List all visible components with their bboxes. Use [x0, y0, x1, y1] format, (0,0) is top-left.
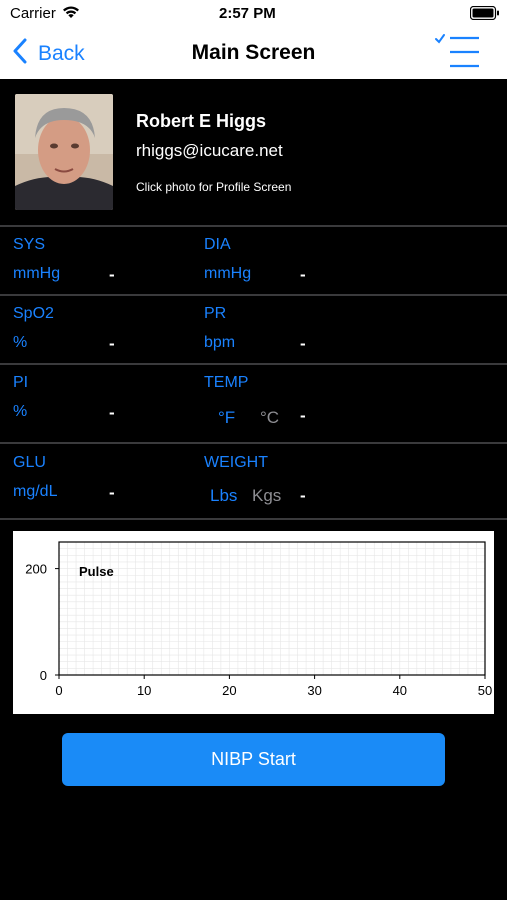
profile-email: rhiggs@icucare.net	[136, 141, 283, 160]
temp-unit-c-toggle[interactable]: °C	[260, 408, 279, 428]
temp-label: TEMP	[204, 374, 249, 391]
weight-unit-lbs-toggle[interactable]: Lbs	[210, 486, 237, 506]
checklist-menu-icon[interactable]	[434, 32, 480, 75]
divider	[0, 363, 507, 365]
x-tick-label: 20	[222, 683, 236, 698]
profile-name: Robert E Higgs	[136, 111, 267, 131]
x-tick-label: 30	[307, 683, 321, 698]
divider	[0, 518, 507, 520]
pr-value: -	[300, 334, 306, 353]
spo2-label: SpO2	[13, 305, 54, 322]
x-tick-label: 40	[393, 683, 407, 698]
carrier-label: Carrier	[10, 5, 56, 22]
spo2-unit: %	[13, 334, 28, 351]
dia-value: -	[300, 265, 306, 284]
pulse-chart-svg: 0 10 20 30 40 50 0 200 Pulse	[25, 541, 492, 698]
weight-unit-kgs-toggle[interactable]: Kgs	[252, 486, 281, 506]
top-bar: Carrier 2:57 PM Back Main Screen	[0, 0, 507, 79]
legend-label: Pulse	[79, 564, 114, 579]
temp-value: -	[300, 406, 306, 425]
page-title: Main Screen	[191, 41, 316, 64]
status-time: 2:57 PM	[219, 5, 276, 22]
pi-label: PI	[13, 374, 29, 391]
pulse-chart: 0 10 20 30 40 50 0 200 Pulse	[13, 531, 494, 714]
pr-unit: bpm	[204, 334, 236, 351]
profile-photo[interactable]	[15, 94, 113, 210]
profile-hint: Click photo for Profile Screen	[136, 180, 292, 194]
divider	[0, 442, 507, 444]
spo2-value: -	[109, 334, 115, 353]
pi-value: -	[109, 403, 115, 422]
x-tick-label: 10	[137, 683, 151, 698]
dia-label: DIA	[204, 236, 231, 253]
nibp-start-button[interactable]: NIBP Start	[62, 733, 445, 786]
sys-label: SYS	[13, 236, 46, 253]
x-tick-label: 50	[478, 683, 492, 698]
sys-unit: mmHg	[13, 265, 61, 282]
pi-unit: %	[13, 403, 28, 420]
glu-unit: mg/dL	[13, 483, 58, 500]
wifi-icon	[62, 5, 80, 24]
weight-value: -	[300, 486, 306, 505]
weight-label: WEIGHT	[204, 454, 268, 471]
divider	[0, 294, 507, 296]
sys-value: -	[109, 265, 115, 284]
temp-unit-f-toggle[interactable]: °F	[218, 408, 235, 428]
glu-label: GLU	[13, 454, 46, 471]
x-tick-label: 0	[55, 683, 62, 698]
glu-value: -	[109, 483, 115, 502]
dia-unit: mmHg	[204, 265, 252, 282]
y-tick-label: 0	[40, 668, 47, 683]
battery-icon	[469, 5, 500, 25]
divider	[0, 225, 507, 227]
y-tick-label: 200	[25, 562, 47, 577]
pr-label: PR	[204, 305, 227, 322]
